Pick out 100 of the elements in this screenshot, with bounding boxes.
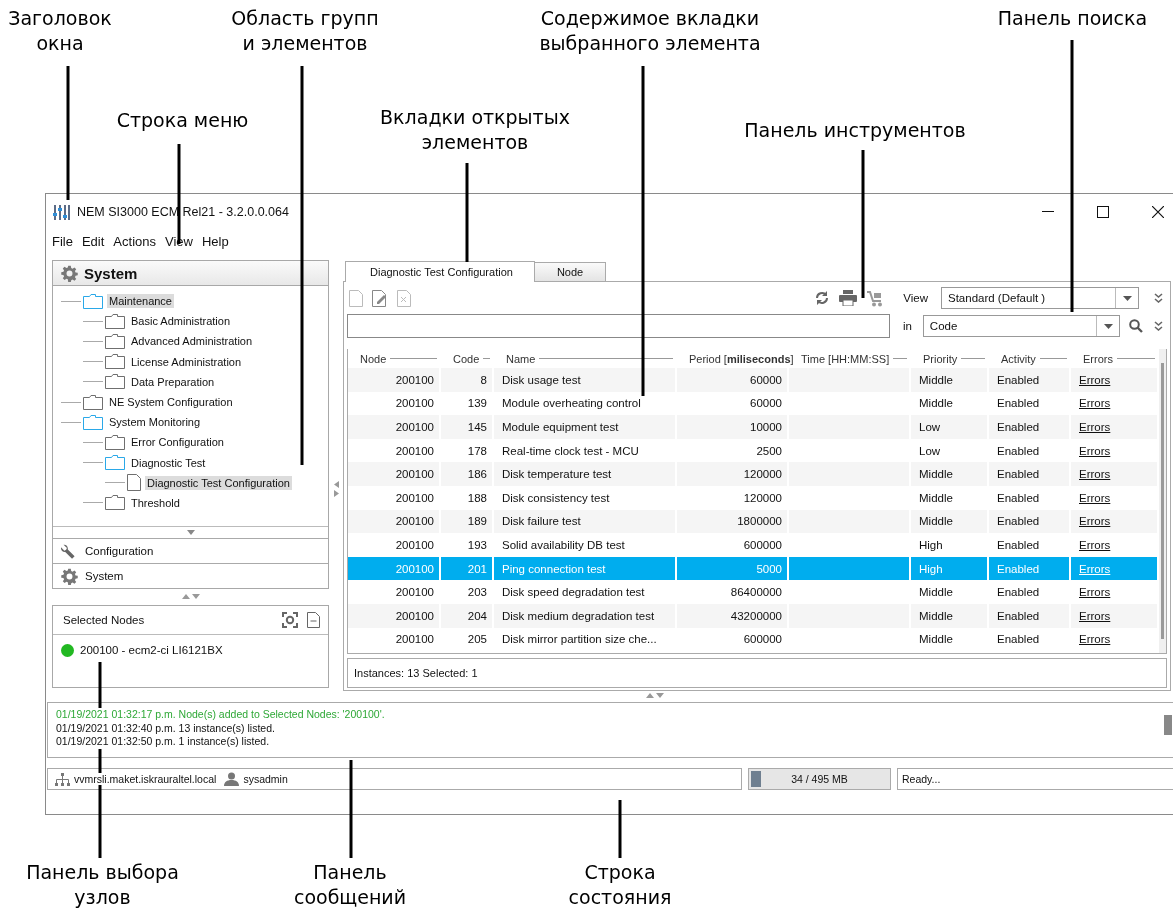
column-header[interactable]: Activity (1001, 352, 1036, 365)
errors-link[interactable]: Errors (1079, 586, 1111, 599)
column-header[interactable]: Name (506, 352, 536, 365)
leader-line (618, 800, 622, 858)
table-cell: 200100 (395, 373, 434, 386)
column-header[interactable]: Period [miliseconds] (689, 352, 794, 365)
callout-label: Строка состояния (567, 860, 673, 910)
tab[interactable]: Diagnostic Test Configuration (345, 261, 535, 282)
column-header[interactable]: Priority (923, 352, 958, 365)
table-cell: Middle (919, 397, 953, 410)
search-field[interactable] (347, 314, 890, 338)
gear-icon (61, 567, 78, 585)
menu-item[interactable]: Actions (113, 233, 156, 249)
callout-label: Панель поиска (996, 6, 1149, 31)
errors-link[interactable]: Errors (1079, 373, 1111, 386)
errors-link[interactable]: Errors (1079, 491, 1111, 504)
errors-link[interactable]: Errors (1079, 444, 1111, 457)
refresh-icon[interactable] (814, 290, 831, 306)
tree-item[interactable]: Error Configuration (129, 435, 226, 450)
tree-item[interactable]: Basic Administration (129, 314, 233, 329)
table-cell: 200100 (395, 491, 434, 504)
new-document-icon[interactable] (349, 289, 363, 307)
table-cell: Low (919, 421, 941, 433)
scrollbar[interactable] (1159, 349, 1166, 653)
tree-item[interactable]: Advanced Administration (129, 334, 255, 349)
errors-link[interactable]: Errors (1079, 538, 1111, 551)
menu-item[interactable]: Help (201, 233, 229, 249)
table-cell: 200100 (395, 633, 434, 646)
table-cell: Middle (919, 373, 953, 386)
table-cell: 200100 (395, 562, 434, 575)
tree-item[interactable]: Threshold (129, 495, 182, 510)
document-minus-icon[interactable] (307, 611, 320, 628)
double-chevron-icon[interactable] (1154, 321, 1163, 331)
table-row[interactable]: 200100 145 Module equipment test 10000 Low Enabled Errors (348, 415, 1159, 439)
caret-down-icon[interactable] (186, 530, 195, 535)
table-cell: High (919, 538, 943, 551)
table-cell: Enabled (997, 444, 1040, 457)
table-cell: 43200000 (730, 609, 782, 622)
table-cell: 200100 (395, 609, 434, 622)
table-row[interactable]: 200100 186 Disk temperature test 120000 Middle Enabled Errors (348, 462, 1159, 486)
tree-item[interactable]: NE System Configuration (107, 395, 235, 410)
search-column-dropdown[interactable]: Code (922, 315, 1121, 337)
tree-item[interactable]: License Administration (129, 354, 244, 369)
print-icon[interactable] (839, 290, 858, 306)
table-row[interactable]: 200100 189 Disk failure test 1800000 Middle Enabled Errors (348, 509, 1159, 534)
table-cell: Real-time clock test - MCU (502, 444, 639, 457)
splitter-arrows-icon[interactable] (645, 692, 664, 698)
table-cell: Enabled (997, 562, 1040, 575)
minimize-icon[interactable] (1042, 211, 1054, 213)
tree-item[interactable]: Data Preparation (129, 374, 217, 389)
errors-link[interactable]: Errors (1079, 515, 1111, 528)
table-cell: 200100 (395, 468, 434, 481)
table-cell: 188 (467, 491, 487, 504)
table-cell: Middle (919, 468, 953, 481)
search-icon[interactable] (1129, 319, 1144, 333)
focus-icon[interactable] (282, 611, 298, 628)
tab[interactable]: Node (533, 262, 607, 281)
errors-link[interactable]: Errors (1079, 421, 1111, 433)
group-item[interactable]: Configuration (53, 539, 328, 564)
table-cell: Enabled (997, 515, 1040, 528)
callout-label: Панель сообщений (292, 860, 408, 910)
group-item[interactable]: System (53, 564, 328, 588)
errors-link[interactable]: Errors (1079, 397, 1111, 410)
errors-link[interactable]: Errors (1079, 468, 1111, 481)
edit-document-icon[interactable] (372, 289, 388, 307)
errors-link[interactable]: Errors (1079, 633, 1111, 646)
table-row[interactable]: 200100 8 Disk usage test 60000 Middle Enabled Errors (348, 368, 1159, 392)
node-label[interactable]: 200100 - ecm2-ci LI6121BX (80, 644, 223, 656)
menu-item[interactable]: Edit (81, 233, 105, 249)
tree-item[interactable]: Diagnostic Test Configuration (145, 475, 292, 490)
cart-icon[interactable] (866, 289, 885, 307)
menu-item[interactable]: File (52, 233, 73, 249)
splitter-arrows-icon[interactable] (181, 594, 200, 600)
table-cell: 204 (467, 609, 487, 622)
table-cell: Disk temperature test (502, 468, 612, 481)
double-chevron-icon[interactable] (1154, 293, 1163, 303)
column-header[interactable]: Errors (1083, 352, 1113, 365)
table-cell: Low (919, 444, 941, 457)
table-cell: Enabled (997, 491, 1040, 504)
table-cell: 60000 (750, 397, 782, 410)
table-row[interactable]: 200100 204 Disk medium degradation test 43200000 Middle Enabled Errors (348, 603, 1159, 628)
splitter-arrows-icon[interactable] (333, 481, 339, 497)
errors-link[interactable]: Errors (1079, 609, 1111, 622)
tree-item[interactable]: Maintenance (107, 294, 174, 309)
view-dropdown[interactable]: Standard (Default ) (941, 287, 1139, 309)
navigator-title: System (84, 264, 138, 282)
table-cell: 186 (467, 468, 487, 481)
table-cell: 200100 (395, 586, 434, 599)
tree-item[interactable]: System Monitoring (107, 415, 203, 430)
table-cell: Enabled (997, 609, 1040, 622)
table-cell: 600000 (743, 633, 782, 646)
delete-document-icon[interactable] (397, 289, 411, 307)
table-footer: Instances: 13 Selected: 1 (347, 658, 1167, 688)
column-header[interactable]: Time [HH:MM:SS] (801, 352, 890, 365)
close-icon[interactable] (1152, 206, 1164, 218)
window-title: NEM SI3000 ECM Rel21 - 3.2.0.0.064 (77, 205, 289, 219)
tree-item[interactable]: Diagnostic Test (129, 455, 208, 470)
column-header[interactable]: Code (453, 352, 480, 365)
maximize-icon[interactable] (1097, 206, 1109, 218)
column-header[interactable]: Node (360, 352, 387, 365)
